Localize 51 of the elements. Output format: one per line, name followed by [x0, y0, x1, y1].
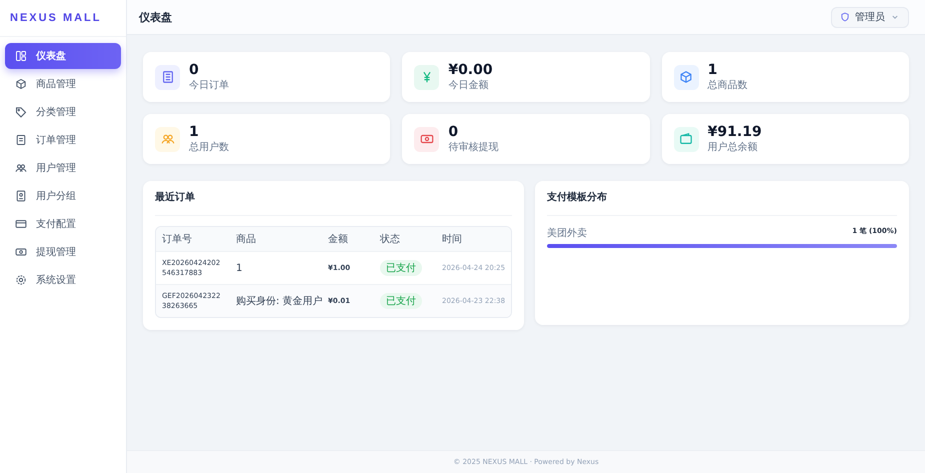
user-menu-button[interactable]: 管理员	[831, 6, 909, 28]
product-cell-text: 购买身份: 黄金用户	[235, 294, 322, 308]
status-badge: 已支付	[380, 293, 422, 309]
stat-label: 今日金额	[448, 78, 490, 92]
stat-label: 用户总余额	[708, 140, 759, 154]
shield-icon	[840, 12, 850, 22]
stat-value: 0	[448, 124, 460, 140]
template-label: 美团外卖	[547, 226, 588, 240]
settings-icon	[15, 274, 27, 286]
product-cell-text: 1	[235, 262, 244, 274]
box-icon	[15, 78, 27, 90]
nav-item[interactable]: 系统设置	[5, 267, 121, 293]
cash-icon	[15, 246, 27, 258]
nav-item[interactable]: 分类管理	[5, 99, 121, 125]
id-card-icon	[15, 190, 27, 202]
stat-label: 总商品数	[708, 78, 748, 92]
column-header: 时间	[441, 232, 463, 246]
stat-value: 1	[189, 124, 200, 140]
column-header: 商品	[235, 232, 257, 246]
nav-item[interactable]: 用户分组	[5, 183, 121, 209]
nav-item[interactable]: 仪表盘	[5, 43, 121, 69]
nav-item[interactable]: 商品管理	[5, 71, 121, 97]
stat-label: 总用户数	[189, 140, 229, 154]
column-header: 状态	[379, 232, 401, 246]
document-icon	[15, 134, 27, 146]
box-icon	[679, 70, 694, 84]
column-header: 订单号	[161, 232, 193, 246]
users-icon	[160, 132, 174, 146]
status-badge: 已支付	[380, 260, 422, 276]
stat-value: ¥91.19	[708, 124, 762, 140]
dashboard-icon	[15, 50, 27, 62]
tag-icon	[15, 106, 27, 118]
logo: NEXUS MALL	[0, 0, 126, 37]
users-icon	[15, 162, 27, 174]
nav-item[interactable]: 支付配置	[5, 211, 121, 237]
document-icon	[160, 70, 174, 84]
nav-item[interactable]: 用户管理	[5, 155, 121, 181]
stat-label: 今日订单	[189, 78, 229, 92]
stat-label: 待审核提现	[448, 140, 498, 154]
panel-title: 最近订单	[155, 181, 512, 216]
nav-item[interactable]: 订单管理	[5, 127, 121, 153]
nav-item[interactable]: 提现管理	[5, 239, 121, 265]
wallet-icon	[679, 132, 694, 146]
credit-card-icon	[15, 218, 27, 230]
cash-icon	[420, 132, 434, 146]
column-header: 金额	[327, 232, 349, 246]
panel-title: 支付模板分布	[547, 181, 897, 216]
stat-value: 0	[189, 62, 200, 78]
stat-value: ¥0.00	[448, 62, 493, 78]
page-title: 仪表盘	[139, 10, 172, 24]
stat-value: 1	[708, 62, 718, 78]
